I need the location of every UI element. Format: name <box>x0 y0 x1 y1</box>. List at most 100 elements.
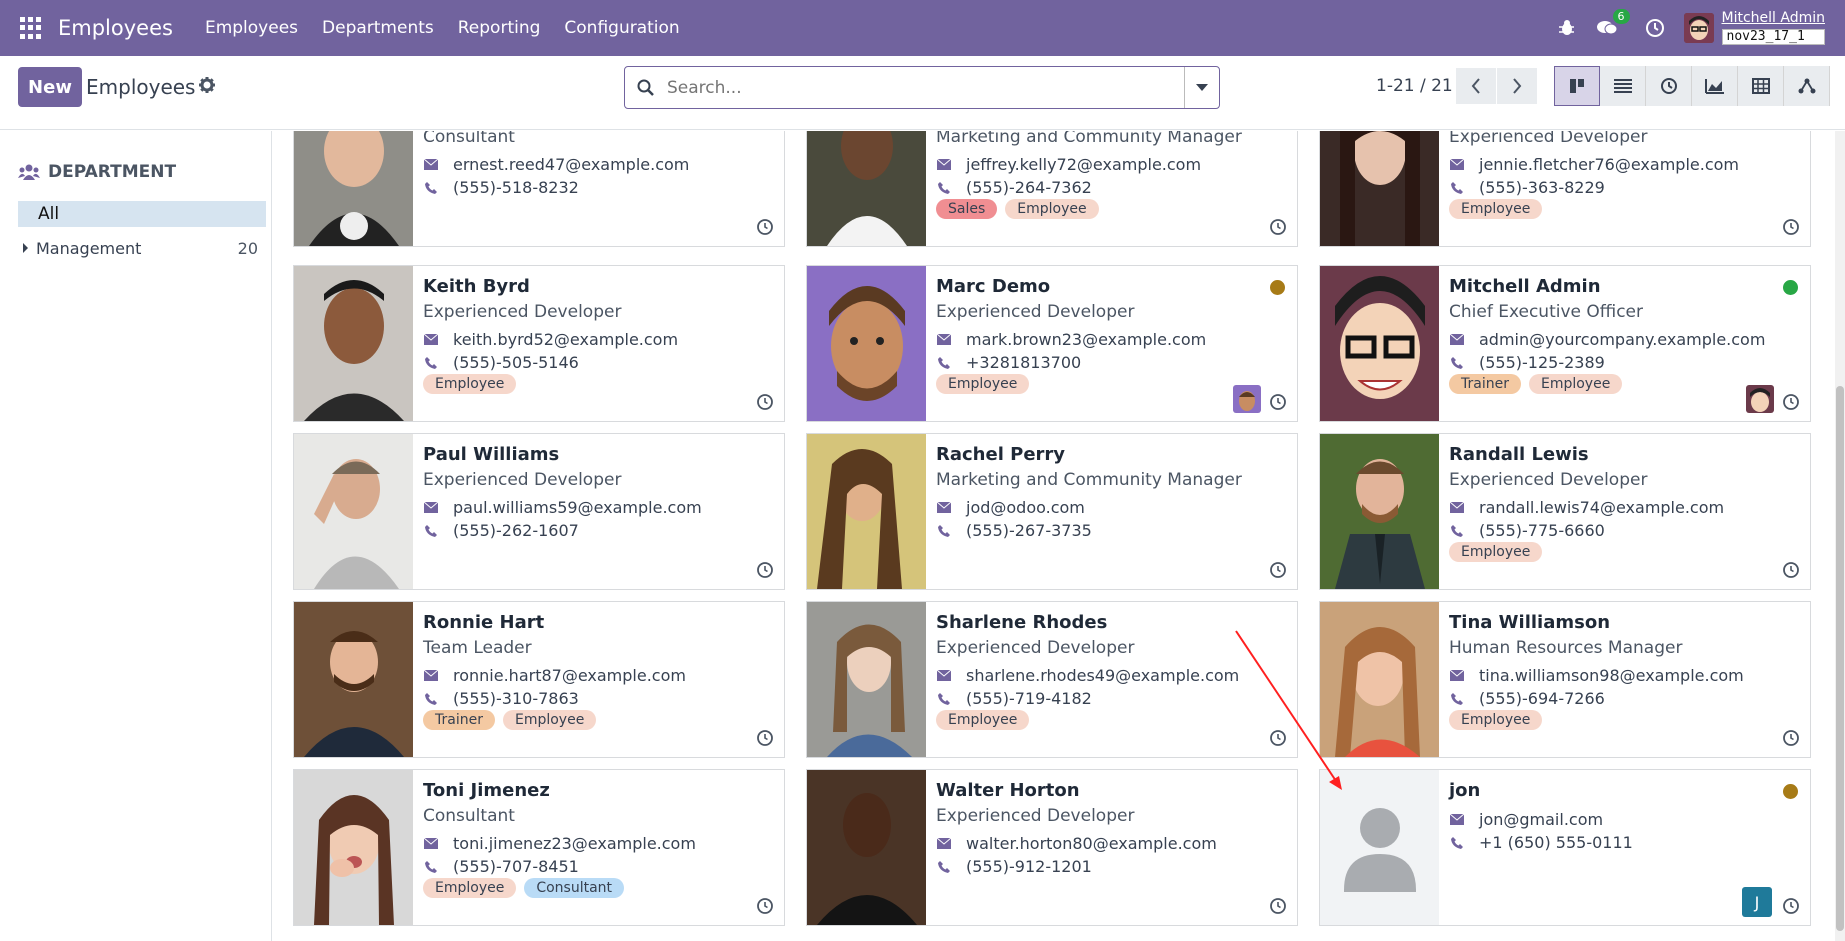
hierarchy-view-button[interactable] <box>1784 66 1830 106</box>
employee-photo <box>1320 131 1439 246</box>
employee-email: jod@odoo.com <box>936 498 1085 517</box>
new-button[interactable]: New <box>18 67 82 107</box>
sidebar-item-management[interactable]: Management 20 <box>20 239 266 258</box>
phone-text: (555)-518-8232 <box>453 178 579 197</box>
employee-name[interactable]: Walter Horton <box>936 780 1080 801</box>
employee-card[interactable]: Sharlene Rhodes Experienced Developer sh… <box>806 601 1298 758</box>
employee-card[interactable]: Mitchell Admin Chief Executive Officer a… <box>1319 265 1811 422</box>
presence-status-dot <box>1270 280 1285 295</box>
app-brand[interactable]: Employees <box>58 16 173 40</box>
envelope-icon <box>1449 814 1465 825</box>
employee-card[interactable]: Consultant ernest.reed47@example.com (55… <box>293 131 785 247</box>
employee-job-title: Chief Executive Officer <box>1449 302 1643 322</box>
employee-card[interactable]: Ronnie Hart Team Leader ronnie.hart87@ex… <box>293 601 785 758</box>
activity-clock-icon <box>1783 562 1799 578</box>
email-text: ernest.reed47@example.com <box>453 155 690 174</box>
menu-reporting[interactable]: Reporting <box>458 18 541 38</box>
sidebar-item-all[interactable]: All <box>18 201 266 227</box>
employee-name[interactable]: Randall Lewis <box>1449 444 1589 465</box>
email-text: randall.lewis74@example.com <box>1479 498 1725 517</box>
employee-job-title: Experienced Developer <box>1449 470 1648 490</box>
phone-text: (555)-694-7266 <box>1479 689 1605 708</box>
database-badge: nov23_17_1 <box>1721 28 1825 45</box>
employee-photo <box>1320 266 1439 421</box>
letter-avatar[interactable]: J <box>1742 887 1772 917</box>
employee-email: jennie.fletcher76@example.com <box>1449 155 1739 174</box>
pager-value[interactable]: 1-21 / 21 <box>1376 76 1453 96</box>
department-header: DEPARTMENT <box>18 162 176 182</box>
employee-card[interactable]: jon jon@gmail.com +1 (650) 555-0111 J <box>1319 769 1811 926</box>
phone-icon <box>423 356 439 369</box>
employee-name[interactable]: Paul Williams <box>423 444 559 465</box>
pager-next-button[interactable] <box>1497 68 1537 104</box>
messages-icon[interactable]: 6 <box>1594 9 1630 41</box>
phone-text: (555)-310-7863 <box>453 689 579 708</box>
phone-text: (555)-719-4182 <box>966 689 1092 708</box>
employee-name[interactable]: Marc Demo <box>936 276 1050 297</box>
user-avatar[interactable] <box>1683 13 1714 43</box>
employee-name[interactable]: Sharlene Rhodes <box>936 612 1107 633</box>
employee-job-title: Consultant <box>423 131 515 147</box>
search-options-toggle[interactable] <box>1184 67 1219 108</box>
pager-previous-button[interactable] <box>1456 68 1496 104</box>
activity-clock-icon <box>1783 730 1799 746</box>
scrollbar-thumb[interactable] <box>1836 386 1844 931</box>
employee-card[interactable]: Experienced Developer jennie.fletcher76@… <box>1319 131 1811 247</box>
manager-avatar[interactable] <box>1746 385 1774 413</box>
employee-email: walter.horton80@example.com <box>936 834 1217 853</box>
phone-text: (555)-267-3735 <box>966 521 1092 540</box>
view-switcher <box>1554 66 1830 106</box>
tag-list: Employee <box>1449 542 1550 562</box>
employee-name[interactable]: Rachel Perry <box>936 444 1065 465</box>
employee-card[interactable]: Paul Williams Experienced Developer paul… <box>293 433 785 590</box>
employee-card[interactable]: Randall Lewis Experienced Developer rand… <box>1319 433 1811 590</box>
employee-name[interactable]: Mitchell Admin <box>1449 276 1601 297</box>
user-name[interactable]: Mitchell Admin <box>1722 10 1826 26</box>
email-text: paul.williams59@example.com <box>453 498 702 517</box>
envelope-icon <box>936 502 952 513</box>
tag-sales: Sales <box>936 199 998 219</box>
scrollbar[interactable] <box>1835 131 1845 941</box>
email-text: toni.jimenez23@example.com <box>453 834 696 853</box>
envelope-icon <box>423 159 439 170</box>
employee-card[interactable]: Toni Jimenez Consultant toni.jimenez23@e… <box>293 769 785 926</box>
user-placeholder-icon <box>1320 770 1439 925</box>
employee-name[interactable]: jon <box>1449 780 1480 801</box>
phone-icon <box>936 181 952 194</box>
employee-name[interactable]: Keith Byrd <box>423 276 530 297</box>
employee-name[interactable]: Ronnie Hart <box>423 612 544 633</box>
pivot-view-button[interactable] <box>1738 66 1784 106</box>
tag-list: Employee <box>1449 710 1550 730</box>
envelope-icon <box>1449 334 1465 345</box>
menu-employees[interactable]: Employees <box>205 18 298 38</box>
activity-view-button[interactable] <box>1646 66 1692 106</box>
graph-view-button[interactable] <box>1692 66 1738 106</box>
menu-configuration[interactable]: Configuration <box>564 18 679 38</box>
email-text: jon@gmail.com <box>1479 810 1604 829</box>
search-bar <box>624 66 1220 109</box>
employee-photo <box>807 434 926 589</box>
gear-icon[interactable] <box>198 76 218 96</box>
employee-job-title: Experienced Developer <box>936 806 1135 826</box>
activity-clock-icon[interactable] <box>1642 15 1668 41</box>
employee-card[interactable]: Rachel Perry Marketing and Community Man… <box>806 433 1298 590</box>
bug-icon[interactable] <box>1554 15 1580 41</box>
apps-menu-icon[interactable] <box>20 17 42 39</box>
tag-list: Trainer Employee <box>423 710 604 730</box>
employee-card[interactable]: Keith Byrd Experienced Developer keith.b… <box>293 265 785 422</box>
manager-avatar[interactable] <box>1233 385 1261 413</box>
employee-card[interactable]: Marc Demo Experienced Developer mark.bro… <box>806 265 1298 422</box>
menu-departments[interactable]: Departments <box>322 18 434 38</box>
search-input[interactable] <box>667 77 1167 98</box>
employee-card[interactable]: Marketing and Community Manager jeffrey.… <box>806 131 1298 247</box>
employee-name[interactable]: Toni Jimenez <box>423 780 550 801</box>
employee-job-title: Experienced Developer <box>936 638 1135 658</box>
employee-card[interactable]: Walter Horton Experienced Developer walt… <box>806 769 1298 926</box>
list-view-button[interactable] <box>1600 66 1646 106</box>
tag-employee: Employee <box>1528 374 1623 394</box>
employee-photo <box>294 131 413 246</box>
employee-name[interactable]: Tina Williamson <box>1449 612 1610 633</box>
email-text: mark.brown23@example.com <box>966 330 1207 349</box>
kanban-view-button[interactable] <box>1554 66 1600 106</box>
employee-card[interactable]: Tina Williamson Human Resources Manager … <box>1319 601 1811 758</box>
